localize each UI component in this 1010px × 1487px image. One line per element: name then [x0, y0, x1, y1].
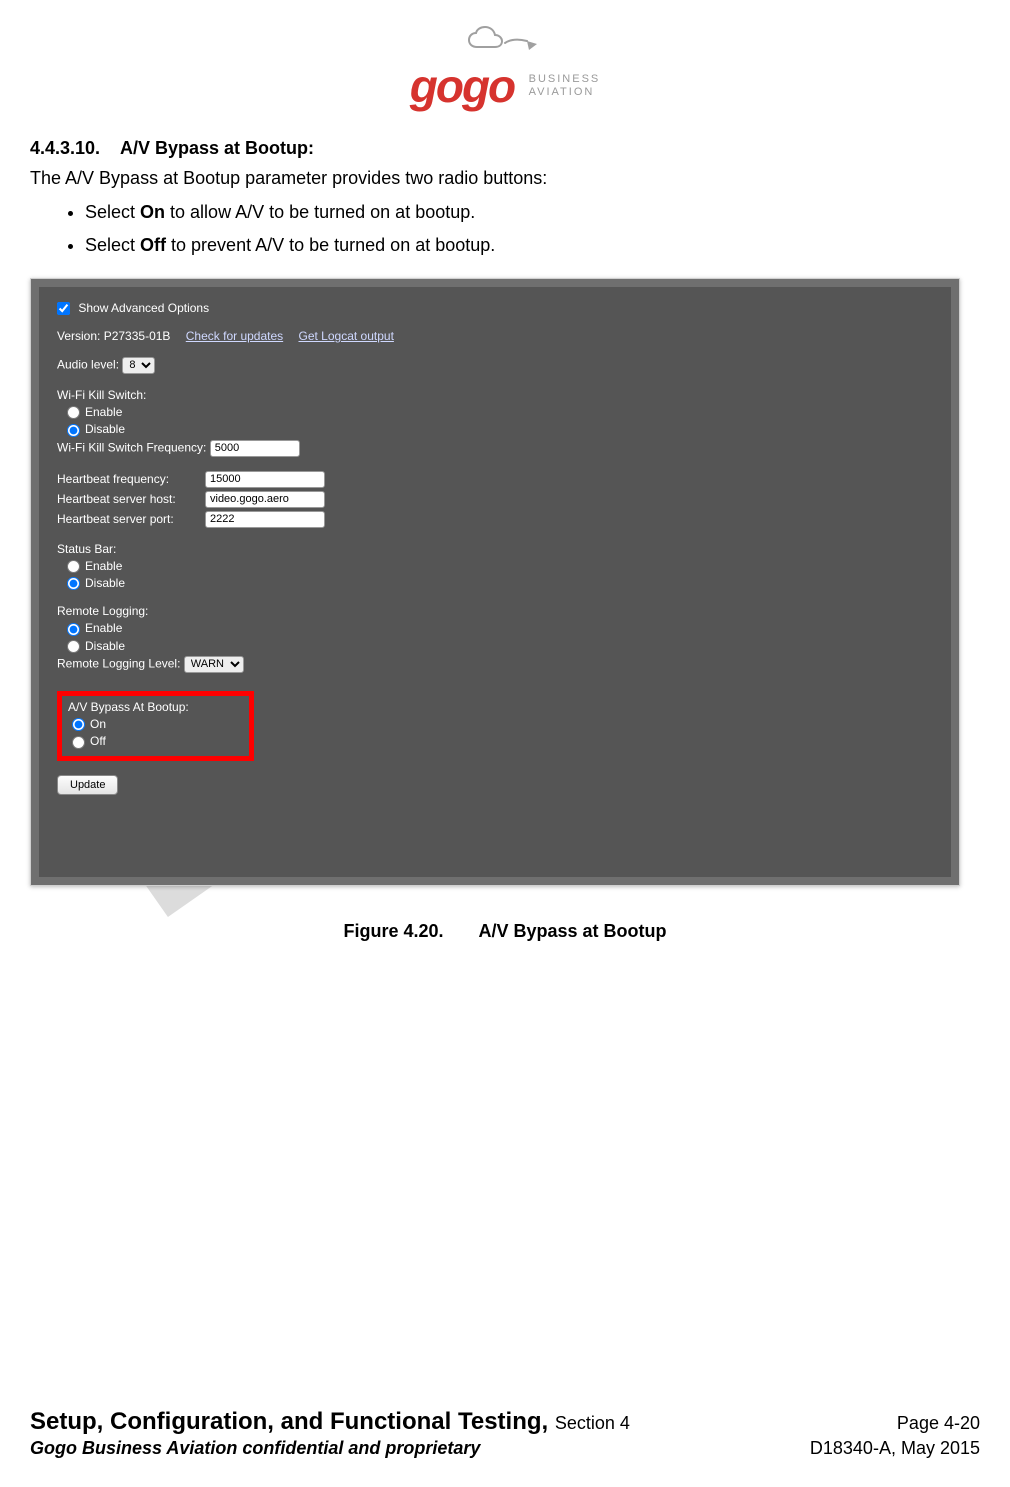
remotelog-disable[interactable]: Disable [67, 639, 933, 653]
avbypass-label: A/V Bypass At Bootup: [68, 700, 189, 714]
hb-freq-input[interactable] [205, 471, 325, 488]
remotelog-enable[interactable]: Enable [67, 621, 933, 635]
list-item: Select Off to prevent A/V to be turned o… [85, 231, 980, 260]
remotelog-level-select[interactable]: WARN [184, 656, 244, 673]
cloud-arrow-icon [465, 25, 545, 57]
list-item: Select On to allow A/V to be turned on a… [85, 198, 980, 227]
logo-subtext: BUSINESSAVIATION [529, 73, 601, 99]
page-footer: Setup, Configuration, and Functional Tes… [30, 1408, 980, 1459]
logo-text: gogo [410, 59, 514, 113]
check-updates-link[interactable]: Check for updates [186, 329, 283, 343]
av-bypass-highlight: A/V Bypass At Bootup: On Off [57, 691, 254, 761]
hb-port-label: Heartbeat server port: [57, 512, 205, 526]
hb-host-input[interactable] [205, 491, 325, 508]
wifi-kill-enable[interactable]: Enable [67, 405, 933, 419]
version-label: Version: P27335-01B [57, 329, 170, 343]
advanced-options-row: Show Advanced Options [57, 301, 933, 315]
show-advanced-label: Show Advanced Options [78, 301, 209, 315]
footer-confidential: Gogo Business Aviation confidential and … [30, 1438, 480, 1459]
get-logcat-link[interactable]: Get Logcat output [299, 329, 394, 343]
hb-port-input[interactable] [205, 511, 325, 528]
show-advanced-checkbox[interactable] [57, 302, 70, 315]
audio-level-select[interactable]: 8 [122, 357, 155, 374]
section-intro: The A/V Bypass at Bootup parameter provi… [30, 165, 980, 192]
footer-docid: D18340-A, May 2015 [810, 1438, 980, 1459]
bullet-list: Select On to allow A/V to be turned on a… [85, 198, 980, 260]
update-button[interactable]: Update [57, 775, 118, 795]
avbypass-off[interactable]: Off [72, 734, 189, 748]
logo-block: gogo BUSINESSAVIATION [30, 25, 980, 113]
footer-page: Page 4-20 [897, 1413, 980, 1434]
statusbar-disable[interactable]: Disable [67, 576, 933, 590]
screenshot-frame: Show Advanced Options Version: P27335-01… [30, 278, 960, 886]
statusbar-label: Status Bar: [57, 542, 933, 556]
section-heading: 4.4.3.10.A/V Bypass at Bootup: [30, 138, 980, 159]
hb-freq-label: Heartbeat frequency: [57, 472, 205, 486]
settings-panel: Show Advanced Options Version: P27335-01… [39, 287, 951, 877]
figure-caption: Figure 4.20.A/V Bypass at Bootup [30, 921, 980, 942]
remotelog-level-label: Remote Logging Level: [57, 656, 180, 670]
audio-level-label: Audio level: [57, 357, 119, 371]
wifi-freq-input[interactable] [210, 440, 300, 457]
footer-title: Setup, Configuration, and Functional Tes… [30, 1408, 630, 1436]
avbypass-on[interactable]: On [72, 717, 189, 731]
wifi-freq-label: Wi-Fi Kill Switch Frequency: [57, 440, 206, 454]
hb-host-label: Heartbeat server host: [57, 492, 205, 506]
wifi-kill-disable[interactable]: Disable [67, 422, 933, 436]
statusbar-enable[interactable]: Enable [67, 559, 933, 573]
wifi-kill-label: Wi-Fi Kill Switch: [57, 388, 933, 402]
remotelog-label: Remote Logging: [57, 604, 933, 618]
